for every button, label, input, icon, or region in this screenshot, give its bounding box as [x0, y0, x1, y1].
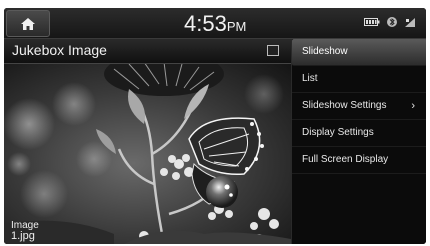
image-filename: 1.jpg: [11, 230, 35, 242]
bluetooth-icon: [387, 17, 397, 27]
clock-ampm: PM: [226, 19, 247, 34]
menu-item-slideshow[interactable]: Slideshow: [292, 39, 426, 66]
image-title-bar: Jukebox Image: [4, 39, 291, 64]
side-menu: Slideshow List Slideshow Settings › Disp…: [291, 39, 426, 244]
menu-item-display-settings[interactable]: Display Settings: [292, 120, 426, 147]
menu-item-label: Slideshow: [302, 46, 348, 57]
screen: 4:53PM Jukebox Image Image 1.jpg Slidesh…: [4, 8, 426, 244]
menu-item-label: Slideshow Settings: [302, 100, 387, 111]
photo-view[interactable]: Image 1.jpg: [4, 64, 291, 244]
battery-icon: [364, 18, 380, 26]
menu-item-slideshow-settings[interactable]: Slideshow Settings ›: [292, 93, 426, 120]
home-button[interactable]: [6, 10, 50, 37]
image-caption: Image 1.jpg: [11, 220, 39, 242]
chevron-right-icon: ›: [411, 100, 415, 112]
menu-item-list[interactable]: List: [292, 66, 426, 93]
butterfly-photo: [4, 64, 291, 244]
home-icon: [21, 17, 35, 30]
menu-item-full-screen-display[interactable]: Full Screen Display: [292, 147, 426, 174]
status-icons: [364, 16, 416, 28]
signal-icon: [405, 17, 415, 27]
clock-time: 4:53: [184, 11, 227, 36]
gallery-icon[interactable]: [267, 45, 279, 56]
menu-item-label: Full Screen Display: [302, 154, 389, 165]
menu-item-label: Display Settings: [302, 127, 374, 138]
menu-item-label: List: [302, 73, 318, 84]
status-bar: 4:53PM: [4, 8, 426, 39]
page-title: Jukebox Image: [12, 42, 107, 58]
clock: 4:53PM: [184, 11, 246, 37]
